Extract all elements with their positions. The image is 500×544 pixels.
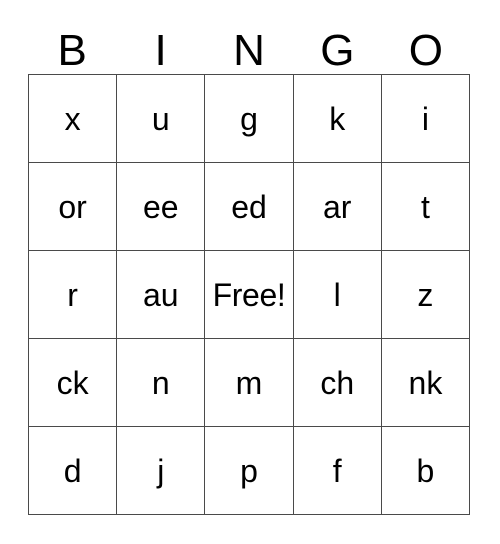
bingo-cell-n5[interactable]: p: [205, 427, 294, 515]
bingo-card: B I N G O x u g k i or ee ed ar t r au F…: [28, 22, 471, 515]
bingo-row-4: ck n m ch nk: [29, 339, 471, 427]
bingo-cell-b5[interactable]: d: [29, 427, 118, 515]
bingo-cell-free-space[interactable]: Free!: [205, 251, 294, 339]
bingo-cell-b1[interactable]: x: [29, 75, 118, 163]
bingo-cell-o1[interactable]: i: [381, 75, 471, 163]
bingo-grid: x u g k i or ee ed ar t r au Free! l z c…: [28, 74, 471, 515]
bingo-header-row: B I N G O: [28, 22, 470, 74]
bingo-row-1: x u g k i: [29, 75, 471, 163]
bingo-cell-g4[interactable]: ch: [293, 339, 382, 427]
bingo-cell-n1[interactable]: g: [205, 75, 294, 163]
bingo-cell-g1[interactable]: k: [293, 75, 382, 163]
bingo-cell-g5[interactable]: f: [293, 427, 382, 515]
bingo-header-letter-b: B: [57, 26, 87, 75]
bingo-header-letter-n: N: [233, 26, 265, 75]
bingo-row-3: r au Free! l z: [29, 251, 471, 339]
bingo-cell-o5[interactable]: b: [381, 427, 471, 515]
bingo-cell-i5[interactable]: j: [117, 427, 206, 515]
bingo-cell-i2[interactable]: ee: [117, 163, 206, 251]
bingo-cell-i4[interactable]: n: [117, 339, 206, 427]
bingo-cell-b2[interactable]: or: [29, 163, 118, 251]
bingo-row-2: or ee ed ar t: [29, 163, 471, 251]
bingo-cell-o2[interactable]: t: [381, 163, 471, 251]
bingo-cell-n2[interactable]: ed: [205, 163, 294, 251]
bingo-header-letter-g: G: [320, 26, 355, 75]
bingo-header-letter-i: I: [154, 26, 167, 75]
bingo-cell-o4[interactable]: nk: [381, 339, 471, 427]
bingo-header-letter-o: O: [408, 26, 443, 75]
bingo-row-5: d j p f b: [29, 427, 471, 515]
bingo-cell-b4[interactable]: ck: [29, 339, 118, 427]
bingo-cell-g2[interactable]: ar: [293, 163, 382, 251]
bingo-cell-i3[interactable]: au: [117, 251, 206, 339]
bingo-cell-i1[interactable]: u: [117, 75, 206, 163]
bingo-cell-b3[interactable]: r: [29, 251, 118, 339]
bingo-cell-o3[interactable]: z: [381, 251, 471, 339]
bingo-cell-n4[interactable]: m: [205, 339, 294, 427]
bingo-cell-g3[interactable]: l: [293, 251, 382, 339]
